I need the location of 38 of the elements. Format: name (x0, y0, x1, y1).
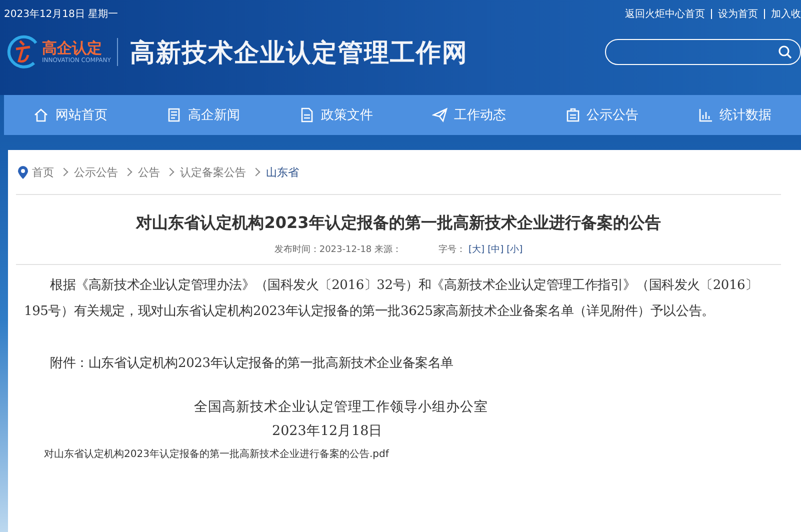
breadcrumb-link[interactable]: 山东省 (266, 164, 299, 180)
top-link[interactable]: 设为首页 (718, 7, 758, 21)
font-size-link[interactable]: [大] (468, 242, 485, 256)
article-title: 对山东省认定机构2023年认定报备的第一批高新技术企业进行备案的公告 (134, 212, 662, 234)
nav-tab[interactable]: 政策文件 (270, 95, 402, 135)
logo-icon (6, 35, 40, 69)
logo-text: 高企认定 (42, 40, 103, 56)
clipboard-icon (564, 107, 581, 123)
nav-tab[interactable]: 统计数据 (668, 95, 801, 135)
house-icon (33, 107, 50, 123)
publish-info: 发布时间：2023-12-18 来源： (274, 244, 402, 256)
search-icon[interactable] (778, 45, 792, 59)
top-link[interactable]: 返回火炬中心首页 (625, 7, 705, 21)
breadcrumb-link[interactable]: 公示公告 (74, 164, 118, 180)
signature-text: 全国高新技术企业认定管理工作领导小组办公室 (193, 398, 489, 417)
date-text: 2023年12月18日 星期一 (4, 8, 118, 21)
attachment-link[interactable]: 对山东省认定机构2023年认定报备的第一批高新技术企业进行备案的公告.pdf (44, 447, 781, 461)
breadcrumb-link[interactable]: 公告 (138, 164, 160, 180)
font-size-link[interactable]: [中] (488, 242, 504, 256)
search-field[interactable] (605, 39, 801, 65)
document-icon (299, 107, 316, 123)
nav-tab[interactable]: 网站首页 (4, 95, 137, 135)
site-title: 高新技术企业认定管理工作网 (130, 36, 468, 68)
article-paragraph: 根据《高新技术企业认定管理办法》（国科发火〔2016〕32号）和《高新技术企业认定管理工作指引》（国科发火〔2016〕195号）有关规定，现对山东省认定机构2023年认定报备的第一批3625家高新技术企业备案名单（详见附件）予以公告。 (24, 277, 759, 321)
nav-tab[interactable]: 工作动态 (402, 95, 536, 135)
nav-tab[interactable]: 高企新闻 (136, 95, 270, 135)
location-pin-icon (18, 166, 28, 178)
font-size-label: 字号： (438, 244, 466, 256)
top-link[interactable]: 加入收 (771, 7, 801, 21)
paper-plane-icon (432, 107, 448, 123)
breadcrumb-link[interactable]: 首页 (32, 164, 54, 180)
bar-chart-icon (698, 107, 714, 123)
attachment-note: 附件：山东省认定机构2023年认定报备的第一批高新技术企业备案名单 (49, 355, 454, 373)
signature-date: 2023年12月18日 (271, 422, 384, 441)
document-icon (166, 107, 182, 123)
font-size-link[interactable]: [小] (506, 242, 523, 256)
breadcrumb-link[interactable]: 认定备案公告 (180, 164, 246, 180)
nav-tab[interactable]: 公示公告 (535, 95, 668, 135)
